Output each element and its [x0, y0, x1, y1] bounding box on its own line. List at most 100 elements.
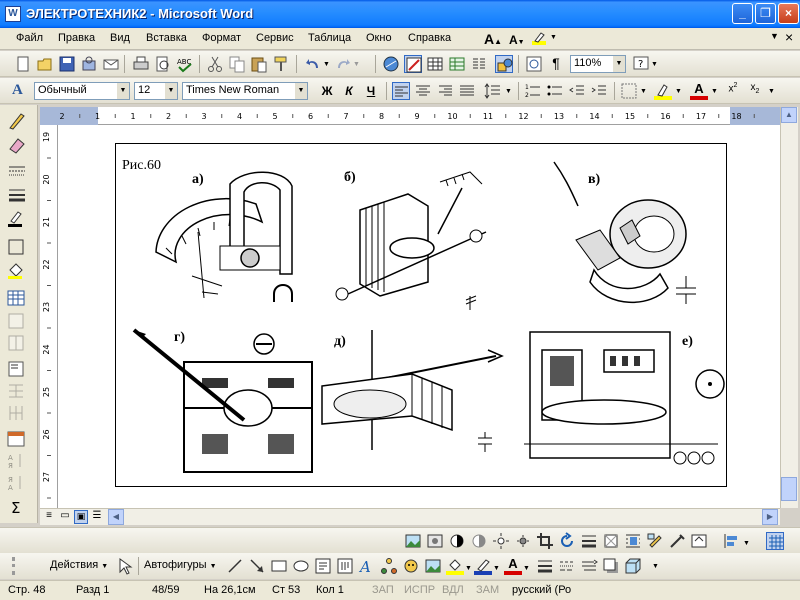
align-left-icon[interactable] — [392, 82, 410, 100]
font-color-icon[interactable]: A — [690, 82, 708, 100]
doc-close-icon[interactable]: × — [785, 29, 793, 45]
print-layout-icon[interactable]: ▣ — [74, 510, 88, 524]
bullets-icon[interactable] — [546, 82, 564, 100]
color-icon[interactable] — [426, 532, 444, 550]
open-folder-icon[interactable] — [36, 55, 54, 73]
undo-icon[interactable] — [304, 55, 322, 73]
border-color-icon[interactable] — [6, 209, 28, 229]
hyperlink-icon[interactable] — [382, 55, 400, 73]
oval-tool-icon[interactable] — [292, 557, 310, 575]
justify-icon[interactable] — [458, 82, 476, 100]
menu-help[interactable]: Справка — [408, 32, 451, 44]
columns-icon[interactable] — [470, 55, 488, 73]
font-name-select[interactable]: Times New Roman ▼ — [182, 82, 308, 100]
set-transparent-icon[interactable] — [668, 532, 686, 550]
align-right-icon[interactable] — [436, 82, 454, 100]
line-color-dropdown-icon[interactable]: ▼ — [493, 565, 500, 572]
dash-style-icon[interactable] — [558, 557, 576, 575]
tables-borders-icon[interactable] — [404, 55, 422, 73]
copy-icon[interactable] — [228, 55, 246, 73]
fill-color-icon[interactable] — [446, 557, 464, 575]
show-formatting-icon[interactable]: ¶ — [547, 55, 565, 73]
subscript-icon[interactable]: x2 — [746, 82, 764, 100]
scroll-right-icon[interactable]: ▶ — [762, 509, 778, 525]
shading-color-icon[interactable] — [6, 261, 28, 281]
format-painter-icon[interactable] — [272, 55, 290, 73]
redo-icon[interactable] — [334, 55, 352, 73]
borders-icon[interactable] — [620, 82, 638, 100]
align-center-icon[interactable] — [414, 82, 432, 100]
status-overtype[interactable]: ЗАМ — [476, 584, 499, 596]
toolbar-grip-icon[interactable] — [12, 557, 16, 575]
title-bar[interactable]: W ЭЛЕКТРОТЕХНИК2 - Microsoft Word _ ❐ × — [0, 0, 800, 28]
vertical-textbox-icon[interactable] — [336, 557, 354, 575]
cut-icon[interactable] — [206, 55, 224, 73]
line-spacing-icon[interactable] — [484, 82, 502, 100]
merge-cells-icon[interactable] — [6, 311, 28, 331]
style-dropdown-icon[interactable]: ▼ — [117, 83, 129, 99]
wordart-icon[interactable]: A — [358, 557, 376, 576]
status-language[interactable]: русский (Ро — [512, 584, 571, 596]
arrow-style-icon[interactable] — [580, 557, 598, 575]
insert-picture-draw-icon[interactable] — [424, 557, 442, 575]
font-size-select[interactable]: 12 ▼ — [134, 82, 178, 100]
autosum-icon[interactable]: Σ — [6, 497, 28, 517]
paste-icon[interactable] — [250, 55, 268, 73]
close-button[interactable]: × — [778, 3, 799, 24]
italic-button[interactable]: К — [340, 82, 358, 100]
line-color-icon[interactable] — [474, 557, 492, 575]
menu-edit[interactable]: Правка — [58, 32, 95, 44]
help-dropdown-icon[interactable]: ▼ — [770, 31, 779, 41]
formatting-options-icon[interactable]: ▼ — [768, 88, 775, 95]
crop-icon[interactable] — [536, 532, 554, 550]
menu-format[interactable]: Формат — [202, 32, 241, 44]
spelling-icon[interactable]: ABC — [176, 55, 194, 73]
rotate-icon[interactable] — [558, 532, 576, 550]
less-brightness-icon[interactable] — [514, 532, 532, 550]
autoshapes-menu[interactable]: Автофигуры ▼ — [144, 559, 217, 571]
fill-color-dropdown-icon[interactable]: ▼ — [465, 565, 472, 572]
style-select[interactable]: Обычный ▼ — [34, 82, 130, 100]
horizontal-ruler[interactable]: 2 1 1 2 3 4 5 6 7 8 9 10 11 12 13 14 15 16 17 18 — [40, 107, 780, 125]
word-doc-icon[interactable]: W — [5, 6, 21, 22]
textbox-tool-icon[interactable] — [314, 557, 332, 575]
normal-view-icon[interactable]: ≡ — [42, 510, 56, 524]
styles-pane-icon[interactable]: A — [12, 82, 30, 100]
menu-window[interactable]: Окно — [366, 32, 392, 44]
underline-button[interactable]: Ч — [362, 82, 380, 100]
superscript-icon[interactable]: x2 — [724, 82, 742, 100]
scroll-thumb[interactable] — [781, 477, 797, 501]
bold-button[interactable]: Ж — [318, 82, 336, 100]
status-record-macro[interactable]: ЗАП — [372, 584, 394, 596]
sort-asc-icon[interactable]: АЯ — [6, 451, 28, 471]
sort-desc-icon[interactable]: ЯА — [6, 473, 28, 493]
pen-icon[interactable] — [6, 111, 28, 131]
align-objects-icon[interactable] — [722, 532, 740, 550]
less-contrast-icon[interactable] — [470, 532, 488, 550]
help-icon[interactable]: ? — [632, 55, 650, 73]
restore-button[interactable]: ❐ — [755, 3, 776, 24]
outside-border-icon[interactable] — [6, 237, 28, 257]
doc-map-icon[interactable] — [525, 55, 543, 73]
undo-dropdown-icon[interactable]: ▼ — [323, 61, 330, 68]
redo-dropdown-icon[interactable]: ▼ — [353, 61, 360, 68]
zoom-dropdown-icon[interactable]: ▼ — [613, 56, 625, 72]
clipart-icon[interactable] — [402, 557, 420, 575]
new-document-icon[interactable] — [14, 55, 32, 73]
drawing-icon[interactable] — [495, 55, 513, 73]
horizontal-scrollbar[interactable]: ≡ ▭ ▣ ☰ ◀ ▶ — [40, 508, 780, 525]
menu-table[interactable]: Таблица — [308, 32, 351, 44]
drawing-options-icon[interactable]: ▼ — [652, 563, 659, 570]
draw-font-color-dropdown-icon[interactable]: ▼ — [523, 565, 530, 572]
reset-picture-icon[interactable] — [690, 532, 708, 550]
toolbar-options-icon[interactable]: ▼ — [651, 61, 658, 68]
decrease-indent-icon[interactable] — [568, 82, 586, 100]
menu-insert[interactable]: Вставка — [146, 32, 187, 44]
select-objects-icon[interactable] — [116, 557, 134, 575]
figure-60[interactable]: Рис.60 а) б) в) г) д) е) — [115, 143, 727, 487]
rectangle-tool-icon[interactable] — [270, 557, 288, 575]
line-spacing-dropdown-icon[interactable]: ▼ — [505, 88, 512, 95]
text-wrap-icon[interactable] — [624, 532, 642, 550]
vertical-scrollbar[interactable]: ▲ — [780, 107, 798, 508]
diagram-icon[interactable] — [380, 557, 398, 575]
